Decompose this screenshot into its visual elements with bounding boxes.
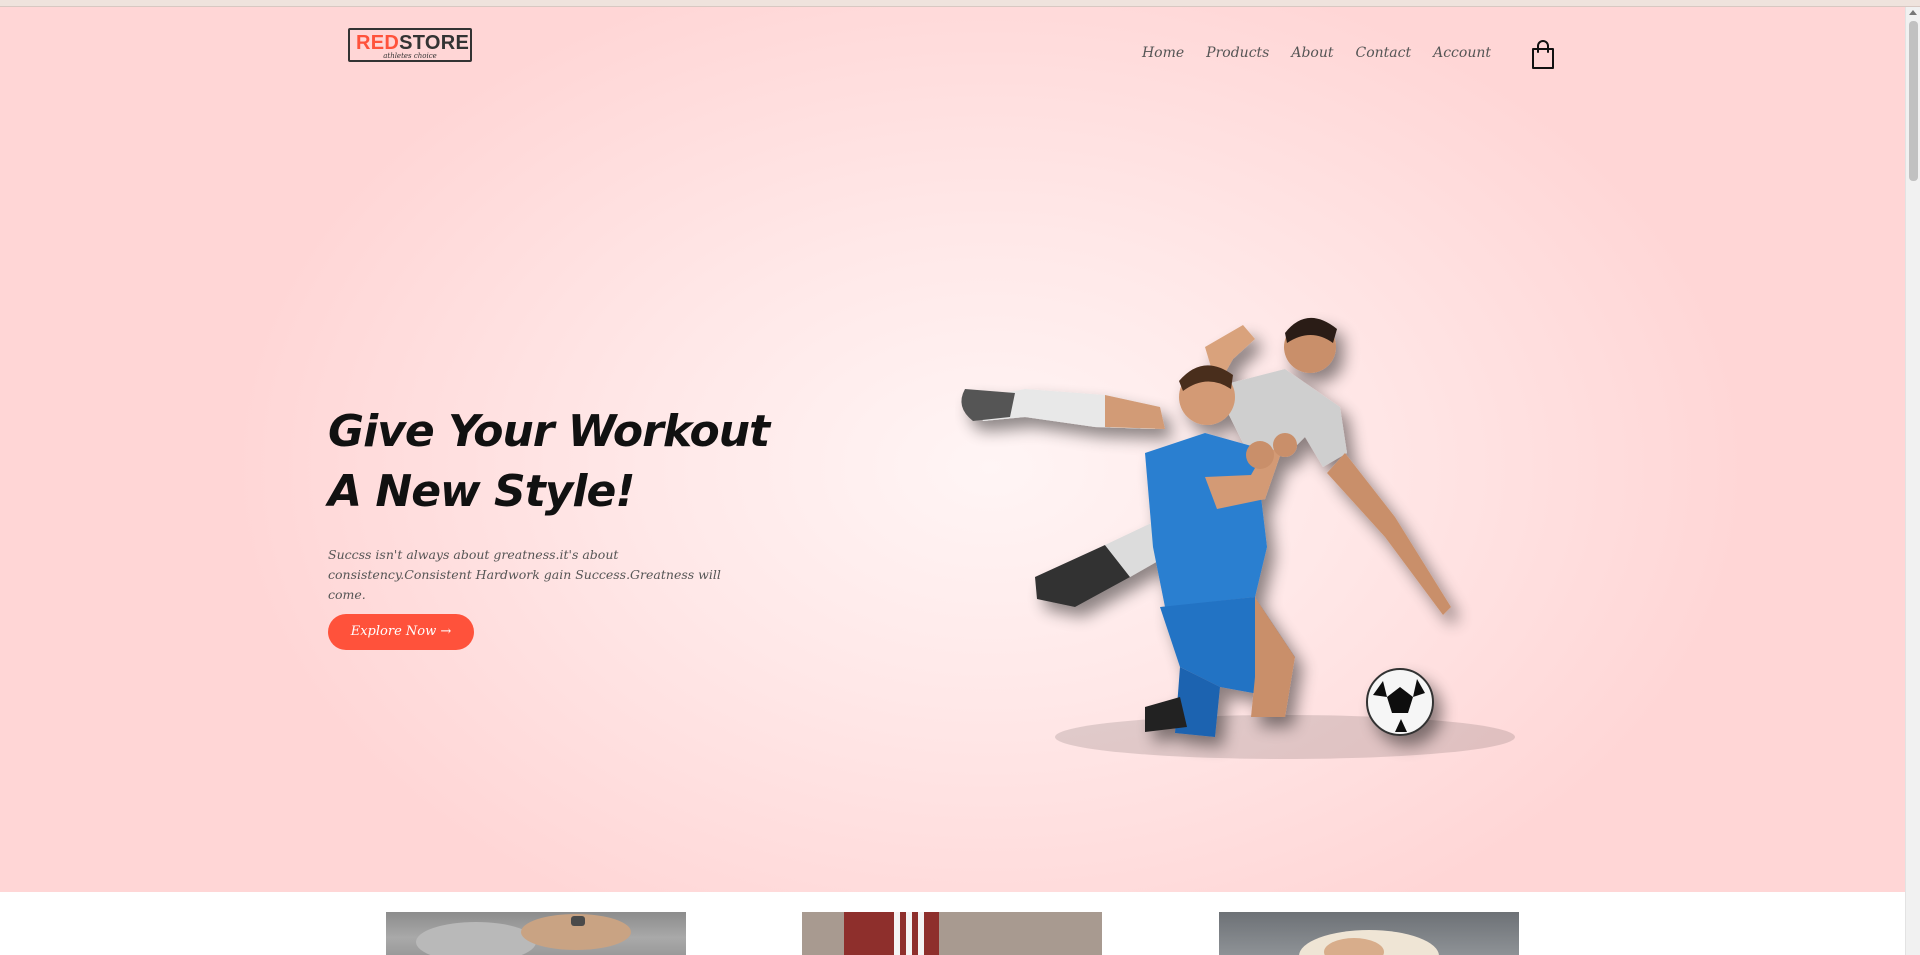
nav-home[interactable]: Home — [1142, 43, 1184, 63]
logo-wordmark: REDSTORE — [356, 32, 470, 54]
nav-products[interactable]: Products — [1206, 43, 1269, 63]
nav-contact[interactable]: Contact — [1356, 43, 1412, 63]
featured-image-3[interactable] — [1219, 912, 1519, 955]
shopping-bag-icon[interactable] — [1530, 40, 1556, 70]
hero-athletes-image — [961, 317, 1515, 759]
explore-now-button[interactable]: Explore Now → — [328, 614, 474, 650]
hero-title-line2: A New Style! — [328, 466, 635, 517]
store-logo[interactable]: REDSTORE athletes choice — [348, 28, 472, 62]
browser-top-edge — [0, 0, 1920, 7]
hero-title: Give Your Workout A New Style! — [328, 402, 828, 522]
nav-account[interactable]: Account — [1433, 43, 1491, 63]
featured-image-1[interactable] — [386, 912, 686, 955]
scroll-up-arrow-icon[interactable] — [1909, 10, 1917, 15]
logo-tagline: athletes choice — [383, 52, 437, 60]
main-navigation: Home Products About Contact Account — [1120, 43, 1491, 63]
scrollbar-thumb[interactable] — [1909, 21, 1918, 181]
page-scrollbar[interactable] — [1905, 7, 1920, 955]
hero-description: Succss isn't always about greatness.it's… — [328, 547, 721, 602]
hero-title-line1: Give Your Workout — [328, 406, 770, 457]
featured-image-2[interactable] — [802, 912, 1102, 955]
nav-about[interactable]: About — [1291, 43, 1333, 63]
hero-section: REDSTORE athletes choice Home Products A… — [0, 7, 1905, 892]
